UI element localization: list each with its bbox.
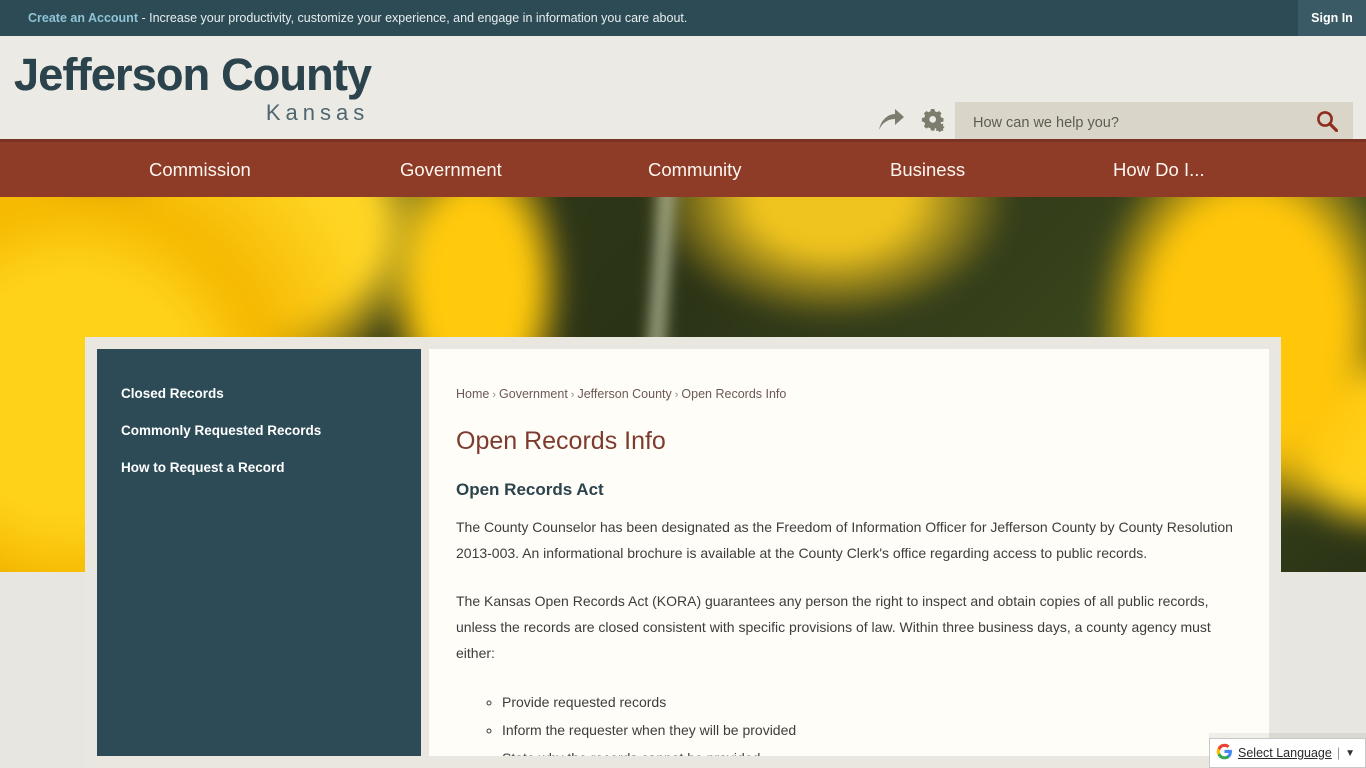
main-content: Home › Government › Jefferson County › Open Re…: [429, 349, 1269, 756]
breadcrumb-separator: ›: [492, 389, 497, 401]
content-panel: Closed Records Commonly Requested Record…: [85, 337, 1281, 768]
create-account-link[interactable]: Create an Account: [28, 11, 138, 25]
google-translate-widget[interactable]: Select Language | ▼: [1209, 738, 1366, 768]
sidebar-item-how-to-request-a-record[interactable]: How to Request a Record: [97, 449, 421, 486]
section-heading-open-records-act: Open Records Act: [456, 480, 604, 499]
breadcrumb-item-government[interactable]: Government: [499, 387, 568, 401]
requirements-list: Provide requested records Inform the req…: [502, 688, 1236, 756]
site-logo[interactable]: Jefferson County Kansas: [14, 49, 372, 126]
top-utility-bar: Create an Account - Increase your produc…: [0, 0, 1366, 36]
logo-title: Jefferson County: [14, 49, 372, 100]
google-g-icon: [1216, 743, 1233, 763]
logo-subtitle: Kansas: [265, 100, 370, 125]
list-item: Provide requested records: [502, 688, 1236, 716]
nav-item-how-do-i[interactable]: How Do I...: [1113, 159, 1205, 181]
list-item: State why the records cannot be provided: [502, 744, 1236, 756]
breadcrumb-item-jefferson-county[interactable]: Jefferson County: [577, 387, 671, 401]
sign-in-button[interactable]: Sign In: [1298, 0, 1366, 36]
account-promo-message: - Increase your productivity, customize …: [137, 11, 688, 25]
search-button[interactable]: [1301, 102, 1353, 143]
breadcrumb: Home › Government › Jefferson County › Open Re…: [456, 387, 1236, 401]
nav-item-business[interactable]: Business: [890, 159, 965, 181]
translate-divider: |: [1336, 746, 1341, 760]
nav-item-commission[interactable]: Commission: [149, 159, 251, 181]
site-tools-gear-icon[interactable]: [921, 108, 949, 132]
breadcrumb-item-current: Open Records Info: [681, 387, 787, 401]
search-box[interactable]: [955, 102, 1353, 143]
share-icon[interactable]: [878, 109, 905, 131]
search-input[interactable]: [955, 114, 1301, 131]
paragraph-2: The Kansas Open Records Act (KORA) guara…: [456, 593, 1211, 661]
page-title: Open Records Info: [456, 427, 666, 455]
sidebar-item-closed-records[interactable]: Closed Records: [97, 375, 421, 412]
sidebar-item-commonly-requested-records[interactable]: Commonly Requested Records: [97, 412, 421, 449]
page-root: Create an Account - Increase your produc…: [0, 0, 1366, 768]
breadcrumb-item-home[interactable]: Home: [456, 387, 489, 401]
header-icon-group: [878, 108, 949, 132]
account-promo-text: Create an Account - Increase your produc…: [0, 11, 687, 25]
paragraph-1: The County Counselor has been designated…: [456, 519, 1233, 561]
nav-item-community[interactable]: Community: [648, 159, 742, 181]
list-item: Inform the requester when they will be p…: [502, 716, 1236, 744]
breadcrumb-separator: ›: [674, 389, 679, 401]
chevron-down-icon[interactable]: ▼: [1345, 748, 1355, 759]
select-language-label[interactable]: Select Language: [1238, 746, 1332, 760]
search-magnifier-icon: [1316, 110, 1339, 135]
main-navigation: Commission Government Community Business…: [0, 139, 1366, 197]
section-sidebar-menu: Closed Records Commonly Requested Record…: [97, 349, 421, 756]
site-header: Jefferson County Kansas: [0, 36, 1366, 143]
nav-item-government[interactable]: Government: [400, 159, 502, 181]
